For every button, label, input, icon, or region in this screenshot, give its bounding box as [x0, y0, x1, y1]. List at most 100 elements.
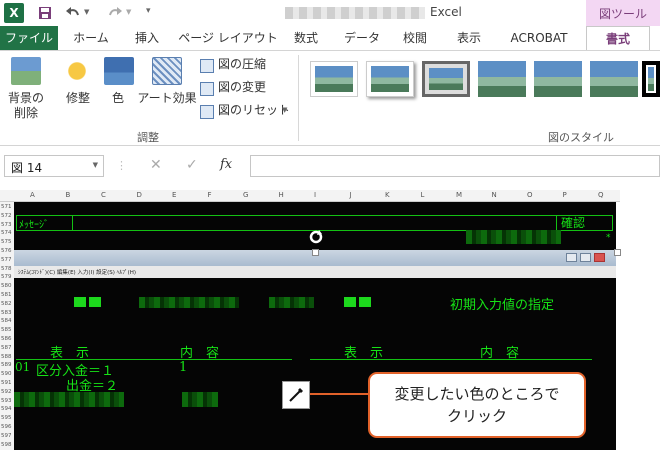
corrections-label[interactable]: 修整: [56, 91, 100, 106]
row-header[interactable]: 594: [1, 406, 12, 412]
customize-qat-icon[interactable]: ▾: [146, 6, 151, 16]
column-header[interactable]: P: [563, 191, 567, 199]
column-header[interactable]: D: [137, 191, 142, 199]
name-box[interactable]: 図 14 ▼: [4, 155, 104, 177]
row-header[interactable]: 587: [1, 345, 12, 351]
row-header[interactable]: 572: [1, 213, 12, 219]
reset-dropdown-icon[interactable]: ▼: [282, 106, 287, 114]
tab-data[interactable]: データ: [336, 26, 388, 50]
column-header[interactable]: C: [101, 191, 106, 199]
row-header[interactable]: 597: [1, 433, 12, 439]
corrections-icon[interactable]: [62, 57, 92, 85]
redo-icon[interactable]: [106, 4, 124, 22]
cancel-icon[interactable]: ✕: [150, 157, 162, 173]
undo-dropdown-icon[interactable]: ▼: [84, 8, 89, 16]
column-header[interactable]: J: [350, 191, 352, 199]
row-header[interactable]: 588: [1, 354, 12, 360]
column-header[interactable]: I: [314, 191, 316, 199]
compress-pictures-icon[interactable]: [200, 59, 214, 73]
row-header[interactable]: 589: [1, 362, 12, 368]
row-header[interactable]: 580: [1, 283, 12, 289]
artistic-effects-label[interactable]: アート効果: [136, 91, 198, 106]
enter-icon[interactable]: ✓: [186, 157, 198, 173]
screen-message-label: ﾒｯｾｰｼﾞ: [19, 220, 49, 231]
reset-picture-label[interactable]: 図のリセット: [218, 103, 290, 118]
row-header[interactable]: 578: [1, 266, 12, 272]
column-header[interactable]: E: [172, 191, 176, 199]
column-header[interactable]: G: [243, 191, 248, 199]
row-header[interactable]: 586: [1, 336, 12, 342]
row-header[interactable]: 590: [1, 371, 12, 377]
row-header[interactable]: 593: [1, 398, 12, 404]
row-header[interactable]: 577: [1, 257, 12, 263]
picture-style-3[interactable]: [422, 61, 470, 97]
row-header[interactable]: 585: [1, 327, 12, 333]
color-label[interactable]: 色: [98, 91, 138, 106]
column-header[interactable]: F: [208, 191, 212, 199]
tab-formulas[interactable]: 数式: [284, 26, 328, 50]
picture-style-4[interactable]: [478, 61, 526, 97]
remove-background-label-2[interactable]: 削除: [4, 106, 48, 121]
picture-style-6[interactable]: [590, 61, 638, 97]
redo-dropdown-icon[interactable]: ▼: [126, 8, 131, 16]
row-header[interactable]: 575: [1, 239, 12, 245]
row-header[interactable]: 591: [1, 380, 12, 386]
row-header[interactable]: 584: [1, 318, 12, 324]
tab-insert[interactable]: 挿入: [122, 26, 172, 50]
change-picture-icon[interactable]: [200, 82, 214, 96]
row-header[interactable]: 592: [1, 389, 12, 395]
tab-page-layout[interactable]: ページ レイアウト: [178, 26, 278, 50]
row-header[interactable]: 598: [1, 442, 12, 448]
column-header[interactable]: A: [30, 191, 35, 199]
screen-confirm-label: 確認: [561, 216, 586, 230]
picture-style-1[interactable]: [310, 61, 358, 97]
selection-handle[interactable]: [312, 249, 319, 256]
picture-style-7[interactable]: [642, 61, 660, 97]
column-header[interactable]: K: [385, 191, 390, 199]
remove-background-label-1[interactable]: 背景の: [4, 91, 48, 106]
row-header[interactable]: 596: [1, 424, 12, 430]
picture-style-5[interactable]: [534, 61, 582, 97]
picture-styles-group-label: 図のスタイル: [548, 131, 614, 144]
color-icon[interactable]: [104, 57, 134, 85]
formula-input[interactable]: [250, 155, 660, 177]
column-header[interactable]: B: [66, 191, 71, 199]
row-header[interactable]: 573: [1, 222, 12, 228]
selection-handle[interactable]: [614, 249, 621, 256]
artistic-effects-icon[interactable]: [152, 57, 182, 85]
row-header[interactable]: 582: [1, 301, 12, 307]
row-header[interactable]: 579: [1, 274, 12, 280]
insert-function-icon[interactable]: fx: [220, 157, 232, 172]
row-header[interactable]: 583: [1, 310, 12, 316]
column-header[interactable]: L: [421, 191, 425, 199]
column-header[interactable]: O: [527, 191, 533, 199]
reset-picture-icon[interactable]: [200, 105, 214, 119]
row-header[interactable]: 595: [1, 415, 12, 421]
row-header[interactable]: 581: [1, 292, 12, 298]
column-header[interactable]: Q: [598, 191, 604, 199]
embedded-close-icon: [594, 253, 605, 262]
column-header[interactable]: N: [492, 191, 497, 199]
tab-review[interactable]: 校閲: [392, 26, 438, 50]
compress-pictures-label[interactable]: 図の圧縮: [218, 57, 266, 72]
change-picture-label[interactable]: 図の変更: [218, 80, 266, 95]
tab-format[interactable]: 書式: [586, 26, 650, 50]
row-header[interactable]: 576: [1, 248, 12, 254]
name-box-dropdown-icon[interactable]: ▼: [93, 161, 98, 169]
embedded-maximize-icon: [580, 253, 591, 262]
tab-file[interactable]: ファイル: [0, 26, 58, 50]
column-header[interactable]: H: [279, 191, 284, 199]
screen-frame-line: [72, 215, 73, 231]
save-icon[interactable]: [36, 4, 54, 22]
column-header[interactable]: M: [456, 191, 462, 199]
tab-view[interactable]: 表示: [444, 26, 494, 50]
tab-acrobat[interactable]: ACROBAT: [500, 26, 578, 50]
remove-background-icon[interactable]: [11, 57, 41, 85]
screen-blurred-area: [269, 297, 314, 308]
rotate-handle-icon[interactable]: [307, 228, 325, 246]
undo-icon[interactable]: [64, 4, 82, 22]
tab-home[interactable]: ホーム: [62, 26, 120, 50]
row-header[interactable]: 574: [1, 230, 12, 236]
picture-style-2[interactable]: [366, 61, 414, 97]
row-header[interactable]: 571: [1, 204, 12, 210]
